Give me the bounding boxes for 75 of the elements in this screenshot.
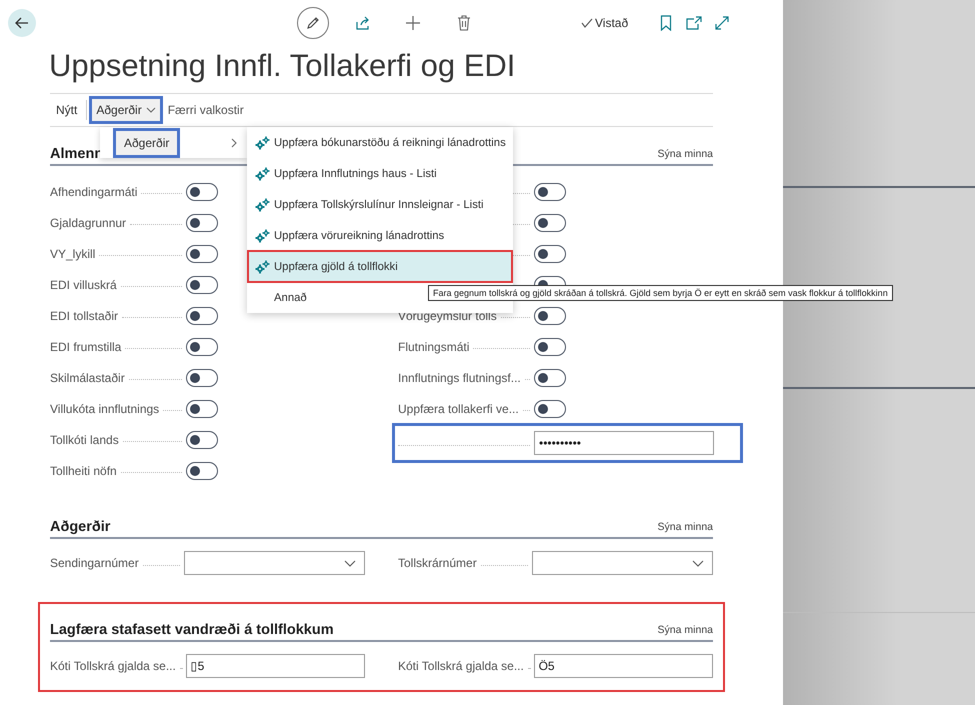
fewer-options-link[interactable]: Færri valkostir: [162, 97, 250, 123]
text-field[interactable]: ▯5: [186, 654, 365, 678]
dropdown-field[interactable]: [184, 551, 365, 575]
chevron-down-icon: [692, 560, 704, 566]
field-label: EDI villuskrá: [50, 278, 117, 292]
field-label: Villukóta innflutnings: [50, 402, 160, 416]
toggle-switch[interactable]: [186, 244, 218, 262]
show-less-link[interactable]: Sýna minna: [658, 624, 713, 636]
gears-icon: [255, 260, 270, 274]
toggle-switch[interactable]: [186, 182, 218, 200]
field-label: Tollheiti nöfn: [50, 464, 117, 478]
new-button[interactable]: Nýtt: [50, 97, 84, 123]
section-title: Aðgerðir: [50, 519, 110, 535]
section-title: Lagfæra stafasett vandræði á tollflokkum: [50, 622, 334, 638]
toggle-switch[interactable]: [534, 182, 566, 200]
field-label: Gjaldagrunnur: [50, 216, 126, 230]
page-title: Uppsetning Innfl. Tollakerfi og EDI: [49, 47, 516, 85]
gears-icon: [255, 136, 270, 150]
field-label: EDI frumstilla: [50, 340, 122, 354]
expand-icon[interactable]: [714, 14, 730, 30]
bookmark-icon[interactable]: [660, 14, 672, 30]
toggle-switch[interactable]: [186, 306, 218, 324]
field-label: Sendingarnúmer: [50, 556, 139, 570]
toggle-switch[interactable]: [186, 430, 218, 448]
toggle-switch[interactable]: [534, 214, 566, 232]
delete-icon[interactable]: [457, 14, 471, 30]
toggle-switch[interactable]: [534, 244, 566, 262]
menu-item[interactable]: Uppfæra gjöld á tollflokki: [248, 251, 512, 282]
gears-icon: [255, 166, 270, 180]
gears-icon: [255, 228, 270, 242]
toggle-switch[interactable]: [534, 338, 566, 356]
back-button[interactable]: [8, 8, 36, 36]
gears-icon: [255, 198, 270, 212]
show-less-link[interactable]: Sýna minna: [658, 148, 713, 160]
dropdown-field[interactable]: [532, 551, 713, 575]
show-less-link[interactable]: Sýna minna: [658, 521, 713, 533]
check-icon: [581, 18, 593, 28]
menu-item[interactable]: Uppfæra Tollskýrslulínur Innsleignar - Listi: [248, 189, 512, 220]
field-label: EDI tollstaðir: [50, 308, 118, 322]
field-label: Innflutnings flutningsf...: [398, 370, 521, 384]
field-label: VY_lykill: [50, 246, 96, 260]
toggle-switch[interactable]: [534, 400, 566, 418]
chevron-down-icon: [344, 560, 356, 566]
toggle-switch[interactable]: [534, 306, 566, 324]
saved-status: Vistað: [595, 16, 628, 30]
text-field[interactable]: Ö5: [534, 654, 713, 678]
edit-button[interactable]: [297, 6, 329, 38]
menu-item[interactable]: Aðgerðir: [114, 128, 180, 156]
password-field[interactable]: ••••••••••: [534, 431, 714, 455]
actions-dropdown-button[interactable]: Aðgerðir: [90, 97, 162, 123]
toggle-switch[interactable]: [186, 214, 218, 232]
chevron-right-icon: [231, 138, 237, 148]
toggle-switch[interactable]: [534, 368, 566, 386]
menu-item[interactable]: Uppfæra bókunarstöðu á reikningi lánadrottins: [248, 127, 512, 158]
back-arrow-icon: [14, 14, 30, 30]
open-new-window-icon[interactable]: [686, 16, 702, 30]
field-label: Skilmálastaðir: [50, 370, 125, 384]
field-label: Tollskrárnúmer: [398, 556, 477, 570]
field-label: Afhendingarmáti: [50, 184, 138, 198]
pencil-icon: [305, 14, 321, 30]
caret-icon: [146, 107, 156, 113]
toggle-switch[interactable]: [186, 400, 218, 418]
toggle-switch[interactable]: [186, 338, 218, 356]
field-label: Tollkóti lands: [50, 432, 119, 446]
field-label: Kóti Tollskrá gjalda se...: [50, 659, 176, 673]
toggle-switch[interactable]: [186, 462, 218, 480]
menu-item[interactable]: Uppfæra Innflutnings haus - Listi: [248, 158, 512, 189]
add-icon[interactable]: [405, 14, 421, 30]
toggle-switch[interactable]: [186, 368, 218, 386]
field-label: Flutningsmáti: [398, 340, 470, 354]
field-label: Kóti Tollskrá gjalda se...: [398, 659, 524, 673]
share-icon[interactable]: [355, 14, 371, 30]
field-label: Uppfæra tollakerfi ve...: [398, 402, 519, 416]
toggle-switch[interactable]: [186, 276, 218, 294]
tooltip: Fara gegnum tollskrá og gjöld skráðan á tollskrá. Gjöld sem byrja Ö er eytt en skráð sem vask flokkur á tollflokkinn: [428, 285, 893, 301]
